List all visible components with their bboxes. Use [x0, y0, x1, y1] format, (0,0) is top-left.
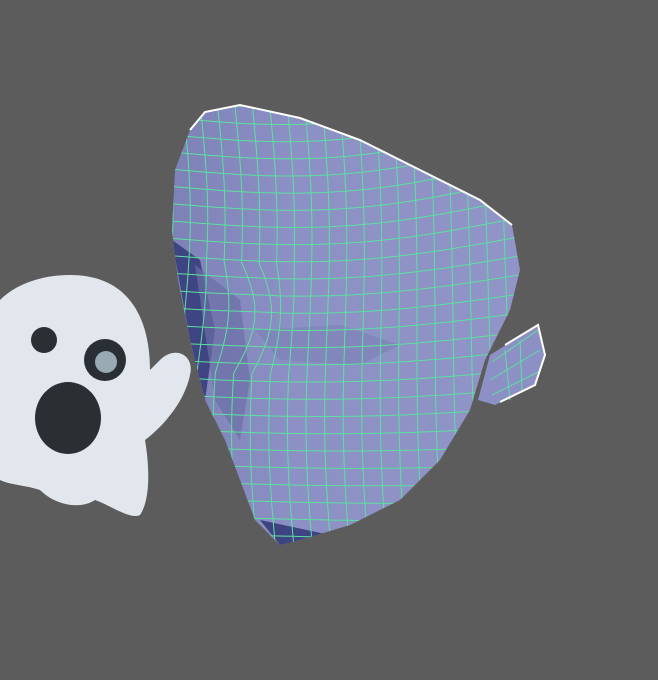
ghost-body — [0, 275, 191, 517]
ghost-mouth — [35, 382, 101, 454]
ghost-left-eye — [31, 327, 57, 353]
3d-viewport[interactable] — [0, 0, 658, 680]
ghost-emoji — [0, 275, 191, 517]
ghost-right-pupil — [95, 351, 117, 373]
ghost-icon — [0, 275, 191, 517]
